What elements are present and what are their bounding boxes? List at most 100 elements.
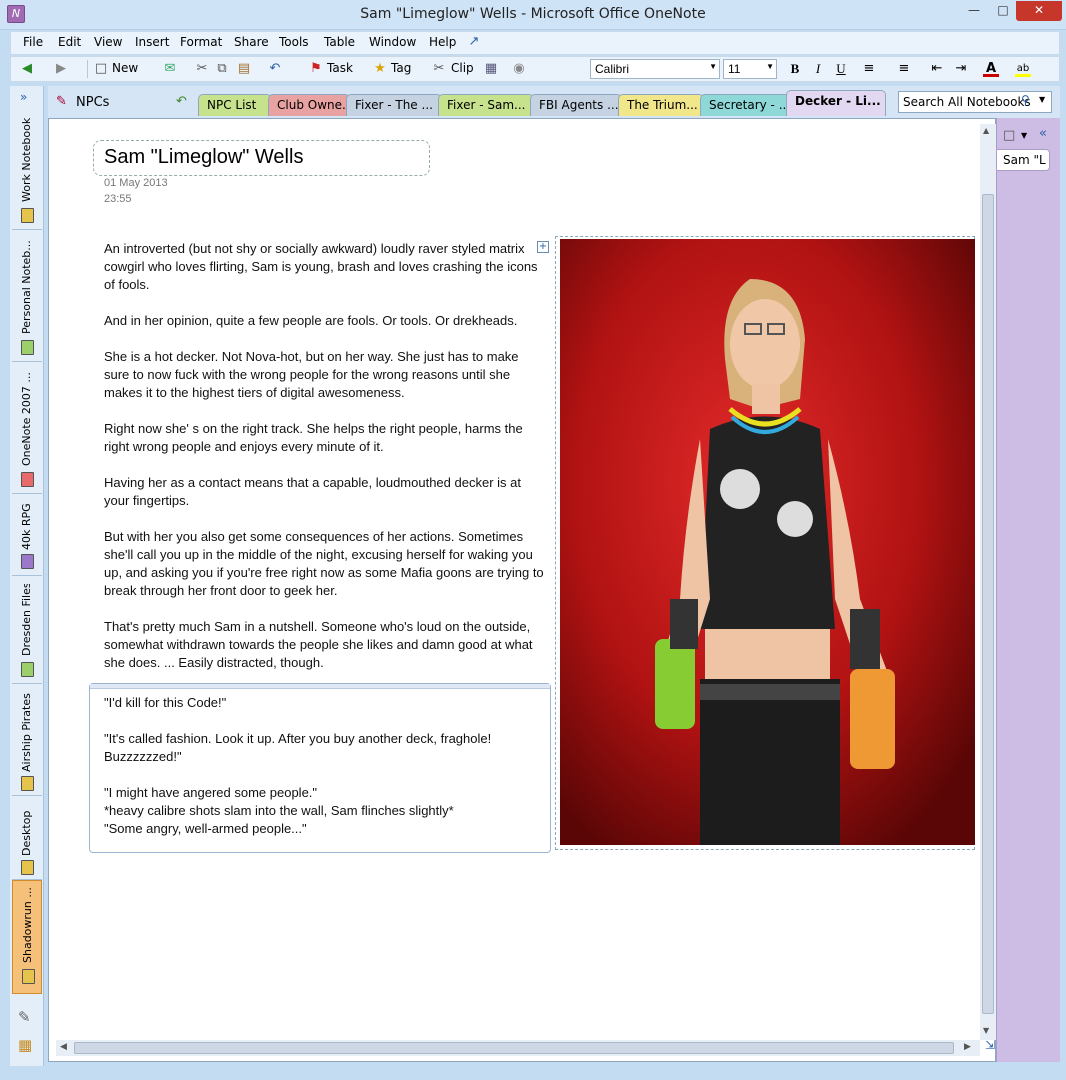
undo-icon[interactable]: ↶	[267, 61, 283, 77]
menu-edit[interactable]: Edit	[58, 35, 81, 49]
expand-icon[interactable]: »	[20, 90, 27, 104]
star-icon[interactable]: ★	[372, 61, 388, 77]
bold-icon[interactable]: B	[787, 61, 803, 77]
scrollbar-thumb[interactable]	[74, 1042, 954, 1054]
scroll-left-icon[interactable]: ◀	[60, 1042, 67, 1052]
notebook-label: OneNote 2007 ...	[20, 372, 33, 466]
flag-icon[interactable]: ⚑	[308, 61, 324, 77]
notebook-personal[interactable]: Personal Noteb...	[12, 232, 42, 362]
forward-icon[interactable]: ▶	[53, 61, 69, 77]
menu-table[interactable]: Table	[324, 35, 355, 49]
menu-file[interactable]: File	[23, 35, 43, 49]
horizontal-scrollbar[interactable]: ◀ ▶	[56, 1040, 980, 1056]
new-page-icon[interactable]: □	[1003, 128, 1015, 143]
character-photo[interactable]	[560, 239, 975, 845]
vertical-scrollbar[interactable]: ▲ ▼	[980, 124, 996, 1040]
italic-icon[interactable]: I	[810, 61, 826, 77]
search-input[interactable]: Search All Notebooks ⚲ ▼	[898, 91, 1052, 113]
notebook-label: 40k RPG	[20, 503, 33, 550]
menu-share[interactable]: Share	[234, 35, 269, 49]
notebook-dresden-files[interactable]: Dresden Files	[12, 578, 42, 684]
quote-line: "I might have angered some people."	[104, 785, 318, 800]
new-button[interactable]: New	[112, 61, 138, 75]
task-button[interactable]: Task	[327, 61, 353, 75]
section-group-label[interactable]: NPCs	[76, 95, 109, 110]
menu-window[interactable]: Window	[369, 35, 416, 49]
table-icon[interactable]: ▦	[483, 61, 499, 77]
scrollbar-thumb[interactable]	[982, 194, 994, 1014]
font-name-value: Calibri	[595, 62, 630, 76]
notebook-desktop[interactable]: Desktop	[12, 798, 42, 880]
scroll-right-icon[interactable]: ▶	[964, 1042, 971, 1052]
notebook-label: Dresden Files	[20, 584, 33, 656]
tab-fixer-the[interactable]: Fixer - The ...	[346, 94, 442, 116]
standard-toolbar: ◀ ▶ □ New ✉ ✂ ⧉ ▤ ↶ ⚑ Task ★ Tag ✂ Clip …	[10, 56, 1060, 82]
page-date: 01 May 2013	[104, 177, 168, 189]
search-icon[interactable]: ⚲	[1021, 93, 1030, 107]
menu-help[interactable]: Help	[429, 35, 456, 49]
maximize-button[interactable]: □	[990, 1, 1016, 21]
collapse-icon[interactable]: «	[1039, 126, 1047, 141]
notebook-airship-pirates[interactable]: Airship Pirates	[12, 686, 42, 796]
scroll-down-icon[interactable]: ▼	[983, 1026, 989, 1035]
menu-insert[interactable]: Insert	[135, 35, 169, 49]
page-title[interactable]: Sam "Limeglow" Wells	[93, 140, 430, 176]
menu-tools[interactable]: Tools	[279, 35, 309, 49]
clip-icon[interactable]: ✂	[431, 61, 447, 77]
menu-view[interactable]: View	[94, 35, 122, 49]
tab-npc-list[interactable]: NPC List	[198, 94, 272, 116]
notebook-icon	[21, 776, 34, 791]
font-color-icon[interactable]: A	[983, 61, 999, 77]
notebook-icon	[22, 969, 35, 984]
menu-format[interactable]: Format	[180, 35, 222, 49]
increase-indent-icon[interactable]: ⇥	[953, 61, 969, 77]
navigate-up-icon[interactable]: ↶	[176, 94, 187, 109]
scroll-up-icon[interactable]: ▲	[983, 126, 989, 135]
underline-icon[interactable]: U	[833, 61, 849, 77]
paragraph: Having her as a contact means that a cap…	[104, 475, 521, 508]
separator	[87, 60, 88, 78]
notebook-40k-rpg[interactable]: 40k RPG	[12, 496, 42, 576]
resize-grip-icon[interactable]: ⇲	[985, 1038, 995, 1052]
notebook-onenote2007[interactable]: OneNote 2007 ...	[12, 364, 42, 494]
tab-the-triumvirate[interactable]: The Trium...	[618, 94, 704, 116]
paragraph: But with her you also get some consequen…	[104, 529, 544, 598]
close-button[interactable]: ✕	[1016, 1, 1062, 21]
unfiled-notes-icon[interactable]: ✎	[18, 1008, 31, 1026]
font-size-select[interactable]: 11 ▼	[723, 59, 777, 79]
cut-icon[interactable]: ✂	[194, 61, 210, 77]
notebook-work[interactable]: Work Notebook	[12, 108, 42, 230]
tab-secretary[interactable]: Secretary - ...	[700, 94, 790, 116]
paste-icon[interactable]: ▤	[236, 61, 252, 77]
new-page-icon[interactable]: □	[93, 61, 109, 77]
tab-decker[interactable]: Decker - Li...	[786, 90, 886, 116]
tab-fixer-sam[interactable]: Fixer - Sam...	[438, 94, 534, 116]
chevron-down-icon[interactable]: ▼	[1039, 95, 1045, 104]
email-icon[interactable]: ✉	[162, 61, 178, 77]
back-icon[interactable]: ◀	[19, 61, 35, 77]
help-icon[interactable]: ↗	[466, 34, 482, 50]
copy-icon[interactable]: ⧉	[214, 61, 230, 77]
tab-fbi-agents[interactable]: FBI Agents ...	[530, 94, 622, 116]
font-name-select[interactable]: Calibri ▼	[590, 59, 720, 79]
bullets-icon[interactable]: ≡	[861, 61, 877, 77]
quotes-outline[interactable]: "I'd kill for this Code!" "It's called f…	[89, 683, 551, 853]
tag-button[interactable]: Tag	[391, 61, 411, 75]
outline-handle[interactable]	[90, 684, 550, 689]
clip-button[interactable]: Clip	[451, 61, 474, 75]
decrease-indent-icon[interactable]: ⇤	[929, 61, 945, 77]
quote-line: "Some angry, well-armed people..."	[104, 821, 307, 836]
highlight-icon[interactable]: ab	[1015, 61, 1031, 77]
page-tab-sam[interactable]: Sam "L	[996, 149, 1050, 171]
notes-outline[interactable]: An introverted (but not shy or socially …	[104, 240, 544, 672]
quote-line: *heavy calibre shots slam into the wall,…	[104, 803, 454, 818]
minimize-button[interactable]: —	[958, 1, 990, 21]
research-icon[interactable]: ◉	[511, 61, 527, 77]
paragraph: Right now she' s on the right track. She…	[104, 421, 523, 454]
tab-club-owner[interactable]: Club Owne...	[268, 94, 350, 116]
numbering-icon[interactable]: ≡	[896, 61, 912, 77]
notebook-shadowrun[interactable]: Shadowrun ...	[12, 880, 42, 994]
notebooks-icon[interactable]: ▦	[18, 1036, 32, 1054]
notebook-label: Personal Noteb...	[20, 240, 33, 334]
chevron-down-icon[interactable]: ▼	[1021, 131, 1027, 140]
